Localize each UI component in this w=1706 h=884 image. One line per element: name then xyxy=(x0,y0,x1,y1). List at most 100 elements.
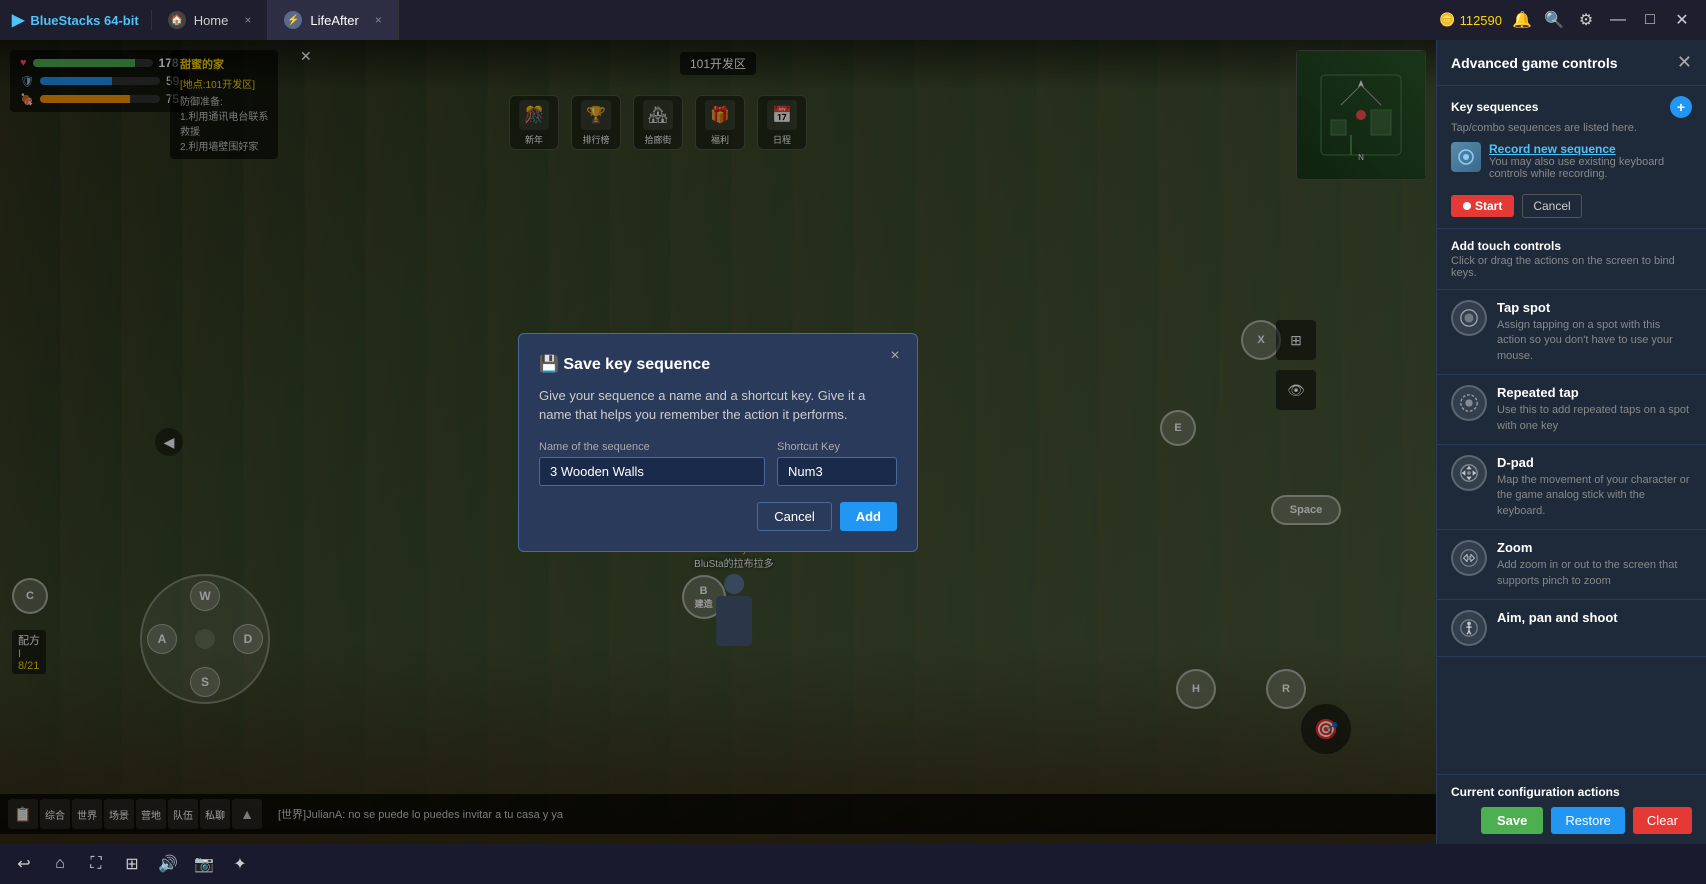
top-bar: ▶ BlueStacks 64-bit 🏠 Home × ⚡ LifeAfter… xyxy=(0,0,1706,40)
coin-icon: 🪙 xyxy=(1439,12,1455,28)
notification-btn[interactable]: 🔔 xyxy=(1510,8,1534,32)
tab-home-close[interactable]: × xyxy=(244,13,251,27)
key-sequences-title: Key sequences + xyxy=(1451,96,1692,118)
key-sequences-label: Key sequences xyxy=(1451,100,1538,114)
repeated-tap-desc: Use this to add repeated taps on a spot … xyxy=(1497,403,1692,434)
right-panel: Advanced game controls ✕ Key sequences +… xyxy=(1436,40,1706,844)
bluestacks-logo: ▶ BlueStacks 64-bit xyxy=(0,10,152,30)
record-icon-svg xyxy=(1457,148,1475,166)
home-icon: 🏠 xyxy=(168,11,186,29)
bottom-taskbar: ↩ ⌂ ⛶ ⊞ 🔊 📷 ✦ xyxy=(0,844,1706,884)
modal-overlay: × 💾 Save key sequence Give your sequence… xyxy=(0,40,1436,844)
start-label: Start xyxy=(1475,199,1502,213)
taskbar-more-btn[interactable]: ✦ xyxy=(228,852,252,876)
cancel-record-btn[interactable]: Cancel xyxy=(1522,194,1581,218)
add-touch-desc: Click or drag the actions on the screen … xyxy=(1451,255,1692,279)
zoom-name: Zoom xyxy=(1497,540,1692,555)
settings-btn[interactable]: ⚙ xyxy=(1574,8,1598,32)
repeated-tap-svg xyxy=(1459,393,1479,413)
top-bar-right: 🪙 112590 🔔 🔍 ⚙ — □ ✕ xyxy=(1439,8,1706,32)
record-section: Record new sequence You may also use exi… xyxy=(1451,142,1692,188)
clear-config-btn[interactable]: Clear xyxy=(1633,807,1692,834)
control-repeated-tap[interactable]: Repeated tap Use this to add repeated ta… xyxy=(1437,375,1706,445)
modal-add-btn[interactable]: Add xyxy=(840,502,897,531)
game-area: ♥ 178 🛡 59 🍖 75 ◀ 甜蜜的家 [地 xyxy=(0,40,1436,844)
record-text: Record new sequence You may also use exi… xyxy=(1489,142,1692,188)
taskbar-fullscreen-btn[interactable]: ⛶ xyxy=(84,852,108,876)
repeated-tap-name: Repeated tap xyxy=(1497,385,1692,400)
name-input[interactable] xyxy=(539,457,765,486)
dpad-desc: Map the movement of your character or th… xyxy=(1497,473,1692,519)
control-dpad[interactable]: D-pad Map the movement of your character… xyxy=(1437,445,1706,530)
key-sequences-section: Key sequences + Tap/combo sequences are … xyxy=(1437,86,1706,229)
aim-name: Aim, pan and shoot xyxy=(1497,610,1692,625)
main-content: ♥ 178 🛡 59 🍖 75 ◀ 甜蜜的家 [地 xyxy=(0,40,1706,844)
dpad-svg xyxy=(1459,463,1479,483)
modal-title: 💾 Save key sequence xyxy=(539,354,897,374)
dpad-name: D-pad xyxy=(1497,455,1692,470)
repeated-tap-icon xyxy=(1451,385,1487,421)
add-touch-section: Add touch controls Click or drag the act… xyxy=(1437,229,1706,290)
start-btn[interactable]: Start xyxy=(1451,195,1514,217)
key-sequences-subtitle: Tap/combo sequences are listed here. xyxy=(1451,122,1692,134)
current-actions-label: Current configuration actions xyxy=(1451,785,1692,799)
record-link[interactable]: Record new sequence xyxy=(1489,142,1692,156)
modal-description: Give your sequence a name and a shortcut… xyxy=(539,386,897,425)
shortcut-label: Shortcut Key xyxy=(777,441,897,453)
tab-home-label: Home xyxy=(194,13,229,28)
taskbar-camera-btn[interactable]: 📷 xyxy=(192,852,216,876)
modal-cancel-btn[interactable]: Cancel xyxy=(757,502,831,531)
coins-value: 112590 xyxy=(1460,13,1502,28)
tap-spot-svg xyxy=(1459,308,1479,328)
search-btn[interactable]: 🔍 xyxy=(1542,8,1566,32)
aim-icon xyxy=(1451,610,1487,646)
panel-close-btn[interactable]: ✕ xyxy=(1677,52,1692,73)
record-note: You may also use existing keyboard contr… xyxy=(1489,156,1692,180)
lifeafter-icon: ⚡ xyxy=(284,11,302,29)
tab-lifeafter-close[interactable]: × xyxy=(375,13,382,27)
shortcut-field: Shortcut Key xyxy=(777,441,897,486)
panel-title: Advanced game controls xyxy=(1451,55,1618,71)
control-tap-spot[interactable]: Tap spot Assign tapping on a spot with t… xyxy=(1437,290,1706,375)
panel-bottom: Current configuration actions Save Resto… xyxy=(1437,774,1706,844)
panel-btn-row: Save Restore Clear xyxy=(1451,807,1692,834)
zoom-desc: Add zoom in or out to the screen that su… xyxy=(1497,558,1692,589)
bluestacks-name: BlueStacks 64-bit xyxy=(30,13,138,28)
panel-scroll[interactable]: Key sequences + Tap/combo sequences are … xyxy=(1437,86,1706,774)
modal-fields: Name of the sequence Shortcut Key xyxy=(539,441,897,486)
repeated-tap-text: Repeated tap Use this to add repeated ta… xyxy=(1497,385,1692,434)
save-config-btn[interactable]: Save xyxy=(1481,807,1543,834)
name-label: Name of the sequence xyxy=(539,441,765,453)
close-btn[interactable]: ✕ xyxy=(1670,8,1694,32)
aim-text: Aim, pan and shoot xyxy=(1497,610,1692,628)
coins-display: 🪙 112590 xyxy=(1439,12,1502,28)
modal-title-text: 💾 Save key sequence xyxy=(539,354,710,374)
control-zoom[interactable]: Zoom Add zoom in or out to the screen th… xyxy=(1437,530,1706,600)
taskbar-sound-btn[interactable]: 🔊 xyxy=(156,852,180,876)
bluestacks-icon: ▶ xyxy=(12,10,24,30)
add-touch-title: Add touch controls xyxy=(1451,239,1692,253)
zoom-icon xyxy=(1451,540,1487,576)
tab-lifeafter[interactable]: ⚡ LifeAfter × xyxy=(268,0,398,40)
add-sequence-btn[interactable]: + xyxy=(1670,96,1692,118)
tap-spot-icon xyxy=(1451,300,1487,336)
save-sequence-modal: × 💾 Save key sequence Give your sequence… xyxy=(518,333,918,552)
start-dot-icon xyxy=(1463,202,1471,210)
minimize-btn[interactable]: — xyxy=(1606,8,1630,32)
restore-config-btn[interactable]: Restore xyxy=(1551,807,1625,834)
modal-close-btn[interactable]: × xyxy=(885,346,905,366)
taskbar-back-btn[interactable]: ↩ xyxy=(12,852,36,876)
taskbar-grid-btn[interactable]: ⊞ xyxy=(120,852,144,876)
shortcut-input[interactable] xyxy=(777,457,897,486)
restore-btn[interactable]: □ xyxy=(1638,8,1662,32)
record-icon xyxy=(1451,142,1481,172)
dpad-icon xyxy=(1451,455,1487,491)
tab-home[interactable]: 🏠 Home × xyxy=(152,0,269,40)
zoom-text: Zoom Add zoom in or out to the screen th… xyxy=(1497,540,1692,589)
control-aim[interactable]: Aim, pan and shoot xyxy=(1437,600,1706,657)
aim-svg xyxy=(1459,618,1479,638)
taskbar-home-btn[interactable]: ⌂ xyxy=(48,852,72,876)
dpad-text: D-pad Map the movement of your character… xyxy=(1497,455,1692,519)
panel-header: Advanced game controls ✕ xyxy=(1437,40,1706,86)
zoom-svg xyxy=(1459,548,1479,568)
